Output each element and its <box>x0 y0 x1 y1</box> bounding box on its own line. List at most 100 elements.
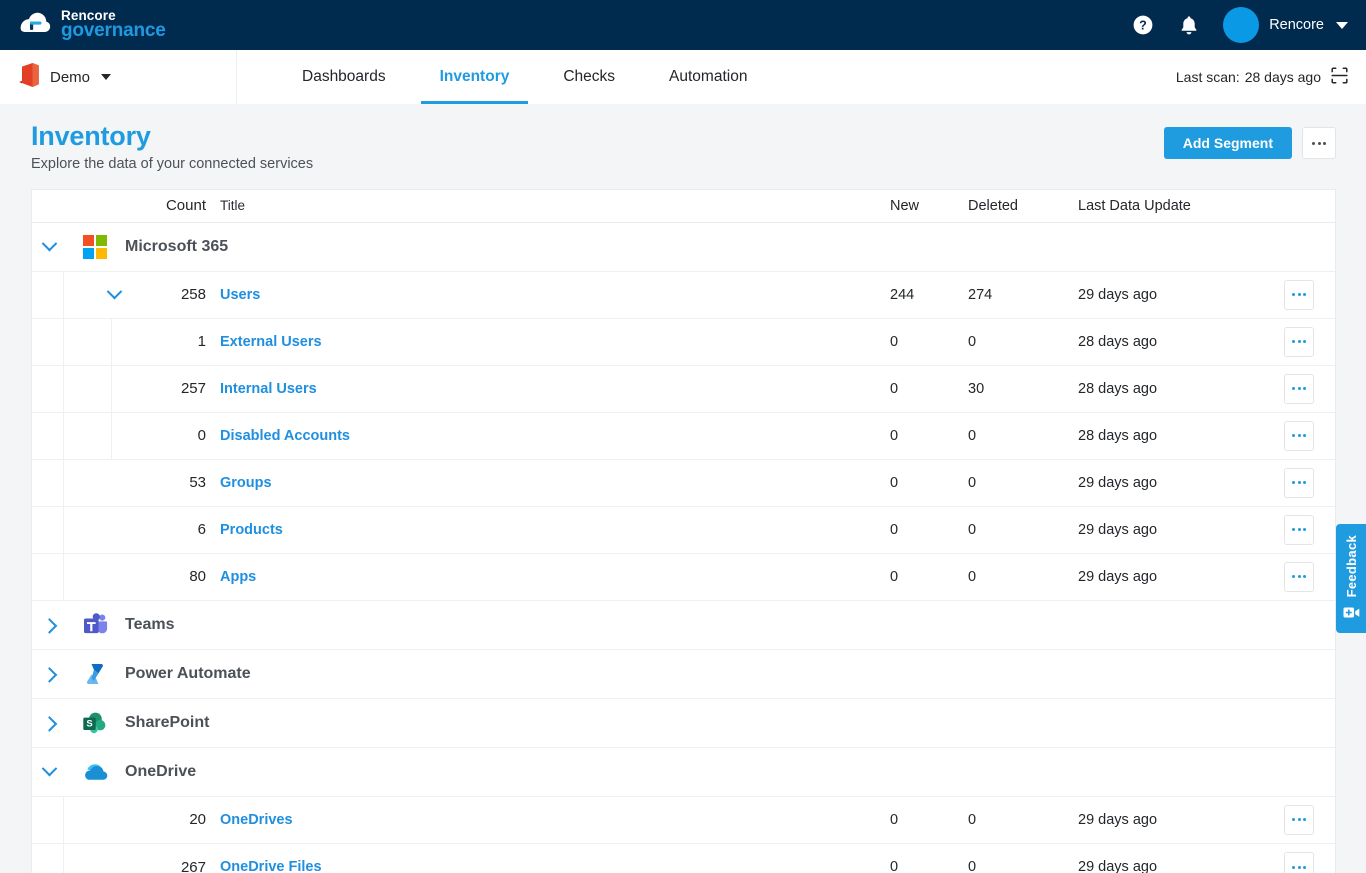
tab-inventory[interactable]: Inventory <box>413 50 537 104</box>
table-row-groups[interactable]: 53 Groups 0 0 29 days ago <box>32 460 1335 507</box>
sharepoint-icon: S <box>82 710 108 736</box>
row-count: 1 <box>162 319 206 365</box>
column-header-last-update: Last Data Update <box>1078 198 1263 214</box>
feedback-label: Feedback <box>1344 535 1359 597</box>
table-row-service-onedrive[interactable]: OneDrive <box>32 748 1335 797</box>
row-title-link[interactable]: OneDrives <box>220 812 293 828</box>
row-deleted: 0 <box>968 413 1078 459</box>
row-overflow-menu-button[interactable] <box>1284 468 1314 498</box>
feedback-tab[interactable]: Feedback <box>1336 524 1366 633</box>
row-deleted: 0 <box>968 554 1078 600</box>
table-row-service-teams[interactable]: Teams <box>32 601 1335 650</box>
table-row-internal-users[interactable]: 257 Internal Users 0 30 28 days ago <box>32 366 1335 413</box>
tab-dashboards[interactable]: Dashboards <box>275 50 413 104</box>
row-count: 6 <box>162 507 206 553</box>
ellipsis-icon <box>1292 293 1306 296</box>
row-count: 257 <box>162 366 206 412</box>
row-title-link[interactable]: Apps <box>220 569 256 585</box>
office-365-icon <box>18 62 40 93</box>
chevron-down-icon <box>41 236 57 252</box>
row-new: 244 <box>890 272 968 318</box>
service-name: OneDrive <box>125 763 196 781</box>
svg-text:S: S <box>86 718 92 729</box>
bell-icon[interactable] <box>1177 13 1201 37</box>
expand-toggle-teams[interactable] <box>32 619 66 630</box>
tenant-label: Demo <box>50 69 90 86</box>
chevron-right-icon <box>41 618 57 634</box>
row-title-link[interactable]: Products <box>220 522 283 538</box>
table-row-users[interactable]: 258 Users 244 274 29 days ago <box>32 272 1335 319</box>
page-overflow-menu-button[interactable] <box>1302 127 1336 159</box>
table-row-service-power-automate[interactable]: Power Automate <box>32 650 1335 699</box>
row-overflow-menu-button[interactable] <box>1284 852 1314 873</box>
expand-toggle-sharepoint[interactable] <box>32 717 66 728</box>
tab-checks[interactable]: Checks <box>536 50 642 104</box>
table-row-products[interactable]: 6 Products 0 0 29 days ago <box>32 507 1335 554</box>
ellipsis-icon <box>1292 387 1306 390</box>
row-overflow-menu-button[interactable] <box>1284 515 1314 545</box>
ellipsis-icon <box>1292 818 1306 821</box>
chevron-down-icon <box>1336 22 1348 29</box>
row-last-update: 28 days ago <box>1078 319 1263 365</box>
page-title: Inventory <box>31 122 313 152</box>
table-row-apps[interactable]: 80 Apps 0 0 29 days ago <box>32 554 1335 601</box>
expand-toggle-microsoft-365[interactable] <box>32 241 66 252</box>
expand-toggle-users[interactable] <box>97 289 131 300</box>
table-row-onedrive-files[interactable]: 267 OneDrive Files 0 0 29 days ago <box>32 844 1335 873</box>
row-last-update: 29 days ago <box>1078 797 1263 843</box>
row-overflow-menu-button[interactable] <box>1284 562 1314 592</box>
service-name: Teams <box>125 616 175 634</box>
tenant-selector[interactable]: Demo <box>0 50 237 104</box>
row-overflow-menu-button[interactable] <box>1284 421 1314 451</box>
scan-icon[interactable] <box>1331 67 1348 87</box>
inventory-table: Count Title New Deleted Last Data Update <box>31 189 1336 873</box>
row-title-link[interactable]: Groups <box>220 475 272 491</box>
ellipsis-icon <box>1292 340 1306 343</box>
row-title-link[interactable]: Disabled Accounts <box>220 428 350 444</box>
row-new: 0 <box>890 460 968 506</box>
table-row-disabled-accounts[interactable]: 0 Disabled Accounts 0 0 28 days ago <box>32 413 1335 460</box>
row-new: 0 <box>890 554 968 600</box>
svg-text:?: ? <box>1139 19 1147 33</box>
row-last-update: 29 days ago <box>1078 460 1263 506</box>
row-new: 0 <box>890 844 968 873</box>
expand-toggle-power-automate[interactable] <box>32 668 66 679</box>
page-body: Inventory Explore the data of your conne… <box>0 104 1366 873</box>
row-last-update: 29 days ago <box>1078 844 1263 873</box>
service-name: SharePoint <box>125 714 209 732</box>
ellipsis-icon <box>1292 434 1306 437</box>
page-subtitle: Explore the data of your connected servi… <box>31 156 313 172</box>
row-overflow-menu-button[interactable] <box>1284 327 1314 357</box>
table-row-onedrives[interactable]: 20 OneDrives 0 0 29 days ago <box>32 797 1335 844</box>
chevron-right-icon <box>41 716 57 732</box>
row-count: 267 <box>162 844 206 873</box>
row-count: 0 <box>162 413 206 459</box>
row-title-link[interactable]: Internal Users <box>220 381 317 397</box>
table-row-service-microsoft-365[interactable]: Microsoft 365 <box>32 223 1335 272</box>
add-segment-button[interactable]: Add Segment <box>1164 127 1292 159</box>
row-title-link[interactable]: External Users <box>220 334 322 350</box>
help-circle-icon[interactable]: ? <box>1131 13 1155 37</box>
tab-automation[interactable]: Automation <box>642 50 774 104</box>
row-overflow-menu-button[interactable] <box>1284 805 1314 835</box>
top-brand-bar: Rencore governance ? Rencore <box>0 0 1366 50</box>
table-row-service-sharepoint[interactable]: S SharePoint <box>32 699 1335 748</box>
expand-toggle-onedrive[interactable] <box>32 766 66 777</box>
row-last-update: 28 days ago <box>1078 413 1263 459</box>
row-overflow-menu-button[interactable] <box>1284 280 1314 310</box>
last-scan-status: Last scan: 28 days ago <box>1176 50 1366 104</box>
column-header-deleted: Deleted <box>968 198 1078 214</box>
microsoft-365-icon <box>82 234 108 260</box>
row-deleted: 0 <box>968 797 1078 843</box>
row-count: 20 <box>162 797 206 843</box>
table-row-external-users[interactable]: 1 External Users 0 0 28 days ago <box>32 319 1335 366</box>
row-title-link[interactable]: Users <box>220 287 260 303</box>
row-new: 0 <box>890 319 968 365</box>
brand-logo[interactable]: Rencore governance <box>18 8 166 42</box>
account-menu[interactable]: Rencore <box>1223 7 1348 43</box>
row-overflow-menu-button[interactable] <box>1284 374 1314 404</box>
chevron-down-icon <box>101 74 111 80</box>
row-deleted: 0 <box>968 507 1078 553</box>
row-deleted: 0 <box>968 460 1078 506</box>
row-title-link[interactable]: OneDrive Files <box>220 859 322 873</box>
